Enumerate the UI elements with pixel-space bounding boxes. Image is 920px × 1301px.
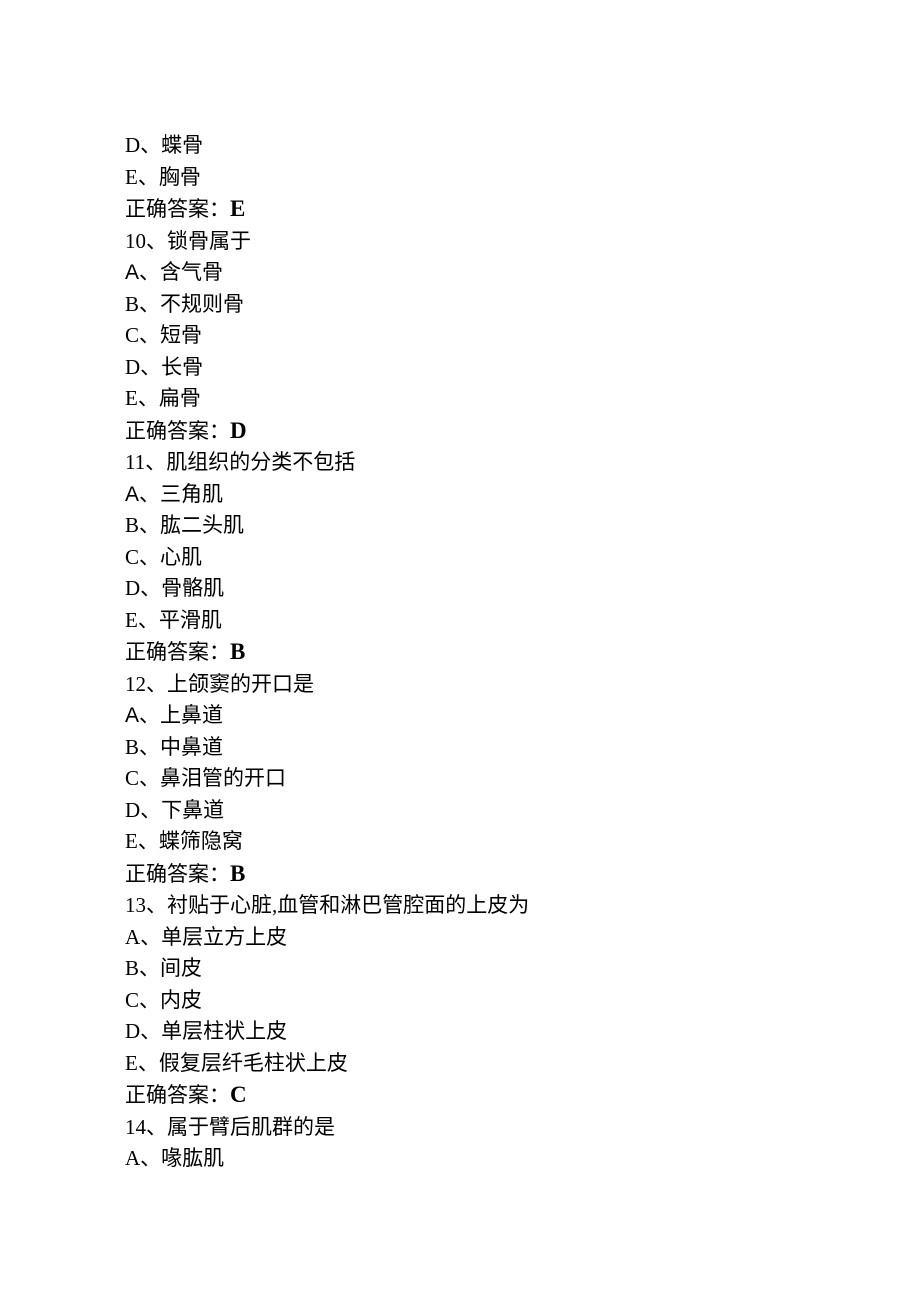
option-b: B、间皮	[125, 953, 795, 985]
question-13: 13、衬贴于心脏,血管和淋巴管腔面的上皮为	[125, 890, 795, 922]
option-d: D、单层柱状上皮	[125, 1016, 795, 1048]
option-c: C、短骨	[125, 320, 795, 352]
option-e: E、平滑肌	[125, 605, 795, 637]
option-letter: A	[125, 704, 139, 727]
option-c: C、内皮	[125, 985, 795, 1017]
option-b: B、不规则骨	[125, 289, 795, 321]
option-c: C、心肌	[125, 542, 795, 574]
answer-letter: E	[230, 196, 245, 221]
correct-answer-line: 正确答案：B	[125, 636, 795, 669]
answer-label: 正确答案：	[125, 197, 230, 221]
answer-label: 正确答案：	[125, 419, 230, 443]
question-14: 14、属于臂后肌群的是	[125, 1112, 795, 1144]
answer-letter: C	[230, 1082, 247, 1107]
option-text: 、含气骨	[139, 260, 223, 284]
option-d: D、长骨	[125, 352, 795, 384]
answer-letter: D	[230, 418, 247, 443]
answer-letter: B	[230, 639, 245, 664]
document-page: D、蝶骨 E、胸骨 正确答案：E 10、锁骨属于 A、含气骨 B、不规则骨 C、…	[0, 0, 920, 1175]
option-d: D、下鼻道	[125, 795, 795, 827]
option-b: B、肱二头肌	[125, 510, 795, 542]
option-text: 、三角肌	[139, 482, 223, 506]
option-letter: A	[125, 261, 139, 284]
answer-label: 正确答案：	[125, 862, 230, 886]
option-a: A、喙肱肌	[125, 1143, 795, 1175]
option-a: A、单层立方上皮	[125, 922, 795, 954]
answer-label: 正确答案：	[125, 1083, 230, 1107]
answer-letter: B	[230, 861, 245, 886]
option-e: E、假复层纤毛柱状上皮	[125, 1048, 795, 1080]
correct-answer-line: 正确答案：E	[125, 193, 795, 226]
question-12: 12、上颌窦的开口是	[125, 669, 795, 701]
answer-label: 正确答案：	[125, 640, 230, 664]
correct-answer-line: 正确答案：B	[125, 858, 795, 891]
question-10: 10、锁骨属于	[125, 226, 795, 258]
option-b: B、中鼻道	[125, 732, 795, 764]
option-a: A、上鼻道	[125, 700, 795, 732]
option-text: 、上鼻道	[139, 703, 223, 727]
correct-answer-line: 正确答案：D	[125, 415, 795, 448]
option-e: E、蝶筛隐窝	[125, 826, 795, 858]
option-e: E、扁骨	[125, 383, 795, 415]
option-e: E、胸骨	[125, 162, 795, 194]
option-c: C、鼻泪管的开口	[125, 763, 795, 795]
option-a: A、三角肌	[125, 479, 795, 511]
option-letter: A	[125, 483, 139, 506]
option-d: D、骨骼肌	[125, 573, 795, 605]
question-11: 11、肌组织的分类不包括	[125, 447, 795, 479]
correct-answer-line: 正确答案：C	[125, 1079, 795, 1112]
option-d: D、蝶骨	[125, 130, 795, 162]
option-a: A、含气骨	[125, 257, 795, 289]
